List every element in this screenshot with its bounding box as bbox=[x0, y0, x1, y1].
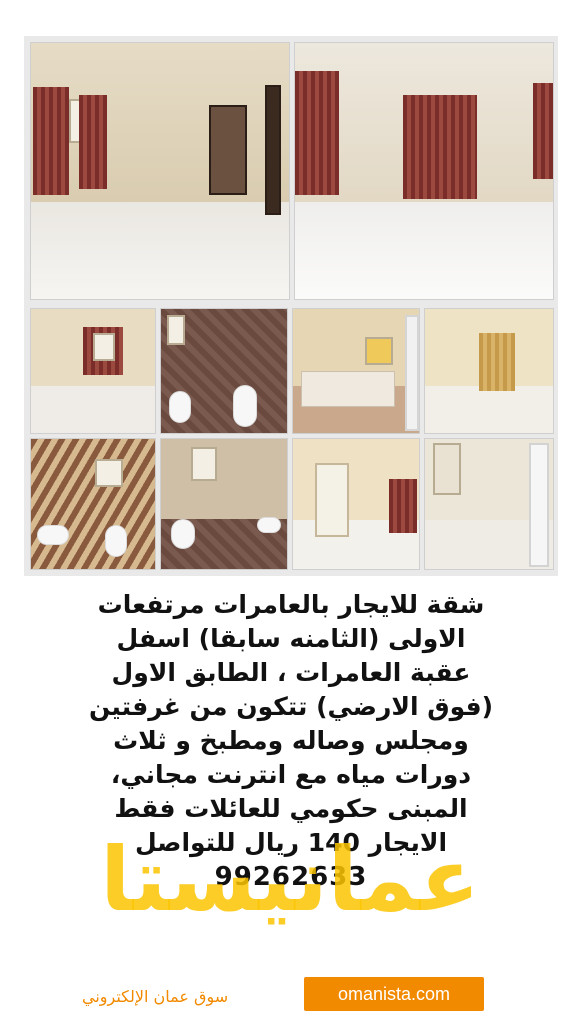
caption-line: (فوق الارضي) تتكون من غرفتين bbox=[88, 692, 494, 721]
site-name-arabic: سوق عمان الإلكتروني bbox=[82, 987, 229, 1006]
photo-room-4[interactable] bbox=[424, 308, 554, 434]
caption-line: شقة للايجار بالعامرات مرتفعات bbox=[97, 590, 485, 619]
caption-line: عقبة العامرات ، الطابق الاول bbox=[111, 658, 471, 687]
photo-kitchen[interactable] bbox=[292, 308, 420, 434]
photo-collage bbox=[24, 36, 558, 576]
caption-line: ومجلس وصاله ومطبخ و ثلاث bbox=[113, 726, 469, 755]
photo-room-5[interactable] bbox=[424, 438, 554, 570]
photo-room-1[interactable] bbox=[30, 42, 290, 300]
photo-hall[interactable] bbox=[292, 438, 420, 570]
photo-bathroom-2[interactable] bbox=[30, 438, 156, 570]
caption-line: دورات مياه مع انترنت مجاني، bbox=[110, 760, 472, 789]
photo-bathroom-3[interactable] bbox=[160, 438, 288, 570]
brand-watermark: عمانيستا bbox=[100, 828, 480, 931]
photo-bathroom-1[interactable] bbox=[160, 308, 288, 434]
site-url-badge[interactable]: omanista.com bbox=[304, 977, 484, 1011]
caption-line: الاولى (الثامنه سابقا) اسفل bbox=[116, 624, 466, 653]
photo-room-2[interactable] bbox=[294, 42, 554, 300]
photo-room-3[interactable] bbox=[30, 308, 156, 434]
caption-line: المبنى حكومي للعائلات فقط bbox=[114, 794, 468, 823]
